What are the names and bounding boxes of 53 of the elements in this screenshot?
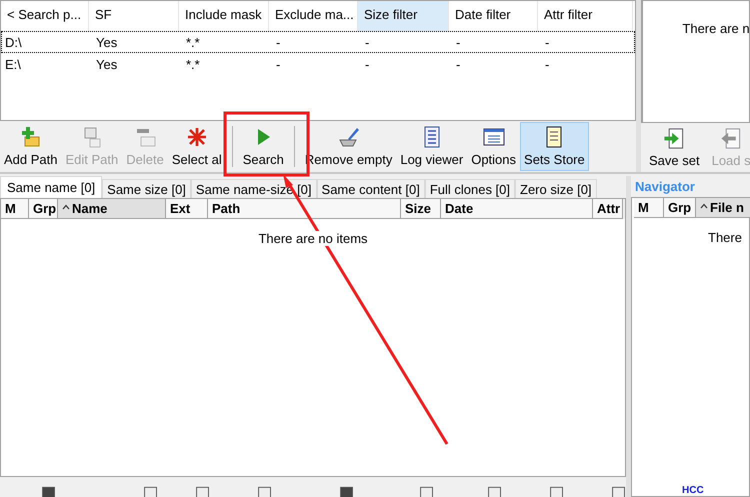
column-header[interactable]: Path <box>208 199 401 219</box>
tab[interactable]: Same name [0] <box>0 176 102 198</box>
table-cell-text: Yes <box>95 34 118 50</box>
column-header[interactable]: File n <box>696 198 750 218</box>
sort-caret-icon <box>700 203 708 209</box>
column-header[interactable]: Date <box>441 199 593 219</box>
toolbar-button[interactable]: Add Path <box>0 122 62 171</box>
empty-message: There are n <box>682 21 750 38</box>
column-header[interactable]: Grp <box>29 199 58 219</box>
table-cell-text: E:\ <box>4 56 22 72</box>
tab[interactable]: Same content [0] <box>316 179 425 198</box>
table-cell-text: - <box>544 56 550 72</box>
table-cell-text: - <box>364 56 370 72</box>
empty-message: There <box>708 230 742 245</box>
toolbar-button[interactable]: Select al <box>168 122 226 171</box>
toolbar-button[interactable]: Options <box>467 122 520 171</box>
table-cell-text: - <box>455 34 462 50</box>
table-cell-text: - <box>455 56 462 72</box>
sort-caret-icon <box>62 204 70 210</box>
path-row[interactable]: E:\ Yes *.* - - - - <box>1 53 635 75</box>
column-header[interactable]: Grp <box>664 198 696 218</box>
column-header[interactable]: Size filter <box>358 1 449 31</box>
logo: HCC <box>682 485 704 496</box>
tab[interactable]: Full clones [0] <box>424 179 516 198</box>
table-cell-text: *.* <box>185 34 201 50</box>
table-cell-text: - <box>364 34 370 50</box>
table-cell-text: - <box>544 34 550 50</box>
tab[interactable]: Zero size [0] <box>515 179 597 198</box>
column-header[interactable]: Date filter <box>449 1 538 31</box>
table-cell-text: - <box>275 56 282 72</box>
broom-icon <box>336 125 361 149</box>
column-header[interactable]: SF <box>89 1 179 31</box>
column-header[interactable]: Ext <box>166 199 208 219</box>
path-row[interactable]: D:\ Yes *.* - - - - <box>1 31 635 53</box>
toolbar-button[interactable]: Save set <box>645 124 704 172</box>
toolbar-button[interactable]: Search <box>238 122 288 171</box>
column-header[interactable]: Size <box>401 199 441 219</box>
column-header[interactable]: Include mask <box>179 1 269 31</box>
panel-title: Navigator <box>634 178 696 196</box>
column-header[interactable]: Attr filter <box>538 1 633 31</box>
table-cell-text: Yes <box>95 56 118 72</box>
column-header[interactable]: M <box>634 198 664 218</box>
toolbar-button[interactable]: Sets Store <box>520 122 589 171</box>
column-header[interactable]: < Search p... <box>1 1 89 31</box>
column-header[interactable]: Name <box>58 199 166 219</box>
tab[interactable]: Same size [0] <box>102 179 191 198</box>
table-cell-text: *.* <box>185 56 201 72</box>
table-cell-text: - <box>275 34 282 50</box>
toolbar-button[interactable]: Log viewer <box>396 122 468 171</box>
column-header[interactable]: M <box>1 199 29 219</box>
table-cell-text: D:\ <box>4 34 23 50</box>
empty-message: There are no items <box>258 231 368 246</box>
column-header[interactable]: Attr <box>593 199 623 219</box>
